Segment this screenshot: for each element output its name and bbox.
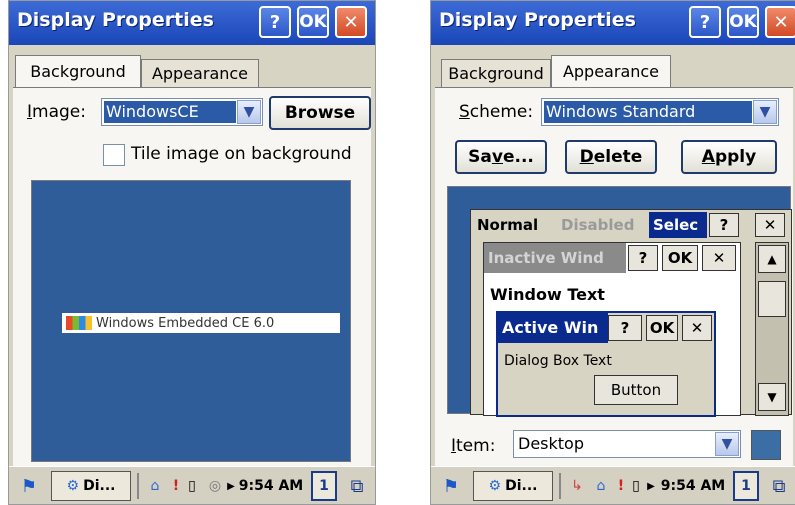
preview-selected: Selec: [649, 212, 707, 238]
start-icon[interactable]: ⚑: [15, 471, 43, 501]
preview-close-button: ✕: [755, 213, 785, 237]
background-preview: Windows Embedded CE 6.0: [31, 180, 351, 462]
title-bar: Display Properties ? OK ✕: [9, 1, 375, 45]
preview-help-button: ?: [709, 213, 739, 237]
preview-inactive-ok: OK: [662, 245, 698, 271]
preview-active-title: Active Win: [502, 318, 599, 337]
scheme-select-value: Windows Standard: [544, 101, 752, 123]
taskbar-app-button[interactable]: ⚙ Di...: [473, 471, 553, 501]
chevron-down-icon[interactable]: ▼: [715, 432, 739, 456]
preview-normal: Normal: [477, 216, 539, 234]
close-button[interactable]: ✕: [765, 6, 795, 38]
scheme-select[interactable]: Windows Standard ▼: [541, 98, 779, 126]
network-icon[interactable]: ⌂: [143, 471, 167, 501]
tab-background[interactable]: Background: [15, 55, 141, 87]
chevron-down-icon[interactable]: ▼: [237, 100, 261, 124]
close-button[interactable]: ✕: [335, 6, 367, 38]
preview-active-window: Active Win ? OK ✕ Dialog Box Text Button: [496, 311, 716, 417]
tile-image-checkbox[interactable]: [103, 144, 125, 166]
tab-appearance[interactable]: Appearance: [551, 55, 671, 87]
appearance-panel: Scheme: Windows Standard ▼ Sa v e... Delet…: [435, 87, 793, 466]
taskbar-divider: [137, 473, 139, 499]
taskbar: ⚑ ⚙ Di... ↳ ⌂ ! ▯ ▶ 9:54 AM 1 ⧉: [431, 466, 795, 504]
windows-switch-icon[interactable]: ⧉: [765, 471, 793, 501]
scroll-up-arrow-icon: ▲: [758, 245, 786, 273]
preview-scrollbar: ▲ ▼: [755, 242, 789, 416]
preview-button: Button: [594, 375, 678, 405]
preview-outer-window: Normal Disabled Selec ? ✕ Inactive Wind …: [470, 209, 792, 417]
ok-button[interactable]: OK: [297, 6, 329, 38]
preview-inactive-help: ?: [628, 245, 658, 271]
windows-logo: Windows Embedded CE 6.0: [62, 313, 340, 333]
windows-flag-icon: [66, 316, 92, 330]
image-select[interactable]: WindowsCE ▼: [101, 98, 263, 126]
scheme-preview: Normal Disabled Selec ? ✕ Inactive Wind …: [447, 186, 792, 417]
volume-icon[interactable]: ◎: [205, 471, 225, 501]
battery-icon[interactable]: ▯: [183, 471, 201, 501]
tab-background[interactable]: Background: [441, 59, 551, 87]
connection-icon[interactable]: ↳: [565, 471, 589, 501]
display-properties-appearance-screen: Display Properties ? OK ✕ Background App…: [430, 0, 795, 505]
browse-button[interactable]: Browse: [269, 96, 371, 130]
taskbar-divider: [559, 473, 561, 499]
preview-inactive-close: ✕: [702, 245, 736, 271]
item-label: Item:: [451, 436, 496, 456]
image-label: Image:: [27, 102, 86, 122]
preview-inactive-window: Inactive Wind ? OK ✕ Window Text Active …: [483, 242, 741, 417]
battery-icon[interactable]: ▯: [627, 471, 645, 501]
item-select-value: Desktop: [516, 433, 714, 455]
preview-active-help: ?: [608, 315, 642, 341]
logo-text: Windows Embedded CE 6.0: [96, 315, 275, 331]
preview-dialog-text: Dialog Box Text: [504, 353, 612, 369]
network-icon[interactable]: ⌂: [589, 471, 613, 501]
clock[interactable]: 9:54 AM: [235, 471, 307, 501]
chevron-down-icon[interactable]: ▼: [753, 100, 777, 124]
start-icon[interactable]: ⚑: [437, 471, 465, 501]
tab-appearance[interactable]: Appearance: [141, 59, 259, 87]
background-panel: Image: WindowsCE ▼ Browse Tile image on …: [13, 87, 371, 466]
window-title: Display Properties: [439, 9, 636, 31]
scroll-thumb: [758, 281, 786, 317]
scheme-label: Scheme:: [459, 102, 534, 122]
preview-inactive-title: Inactive Wind: [488, 249, 604, 267]
clock[interactable]: 9:54 AM: [657, 471, 729, 501]
item-color-swatch[interactable]: [751, 430, 781, 460]
desktop-number[interactable]: 1: [311, 471, 337, 501]
help-button[interactable]: ?: [689, 6, 721, 38]
taskbar: ⚑ ⚙ Di... ⌂ ! ▯ ◎ ▶ 9:54 AM 1 ⧉: [9, 466, 375, 504]
scroll-down-arrow-icon: ▼: [758, 383, 786, 411]
image-select-value: WindowsCE: [104, 101, 236, 123]
delete-button[interactable]: Delete: [565, 140, 657, 174]
window-title: Display Properties: [17, 9, 214, 31]
tile-image-label: Tile image on background: [131, 144, 352, 164]
taskbar-app-button[interactable]: ⚙ Di...: [51, 471, 131, 501]
title-bar: Display Properties ? OK ✕: [431, 1, 795, 45]
help-button[interactable]: ?: [259, 6, 291, 38]
preview-active-ok: OK: [646, 315, 678, 341]
preview-disabled: Disabled: [561, 216, 635, 234]
windows-switch-icon[interactable]: ⧉: [343, 471, 371, 501]
desktop-number[interactable]: 1: [733, 471, 759, 501]
preview-window-text: Window Text: [490, 285, 605, 304]
item-select[interactable]: Desktop ▼: [513, 430, 741, 458]
ok-button[interactable]: OK: [727, 6, 759, 38]
save-button[interactable]: Sa v e...: [455, 140, 547, 174]
preview-active-close: ✕: [682, 315, 712, 341]
arrow-right-icon[interactable]: ▶: [645, 471, 657, 501]
display-properties-background-screen: Display Properties ? OK ✕ Background App…: [8, 0, 376, 505]
apply-button[interactable]: Apply: [681, 140, 777, 174]
